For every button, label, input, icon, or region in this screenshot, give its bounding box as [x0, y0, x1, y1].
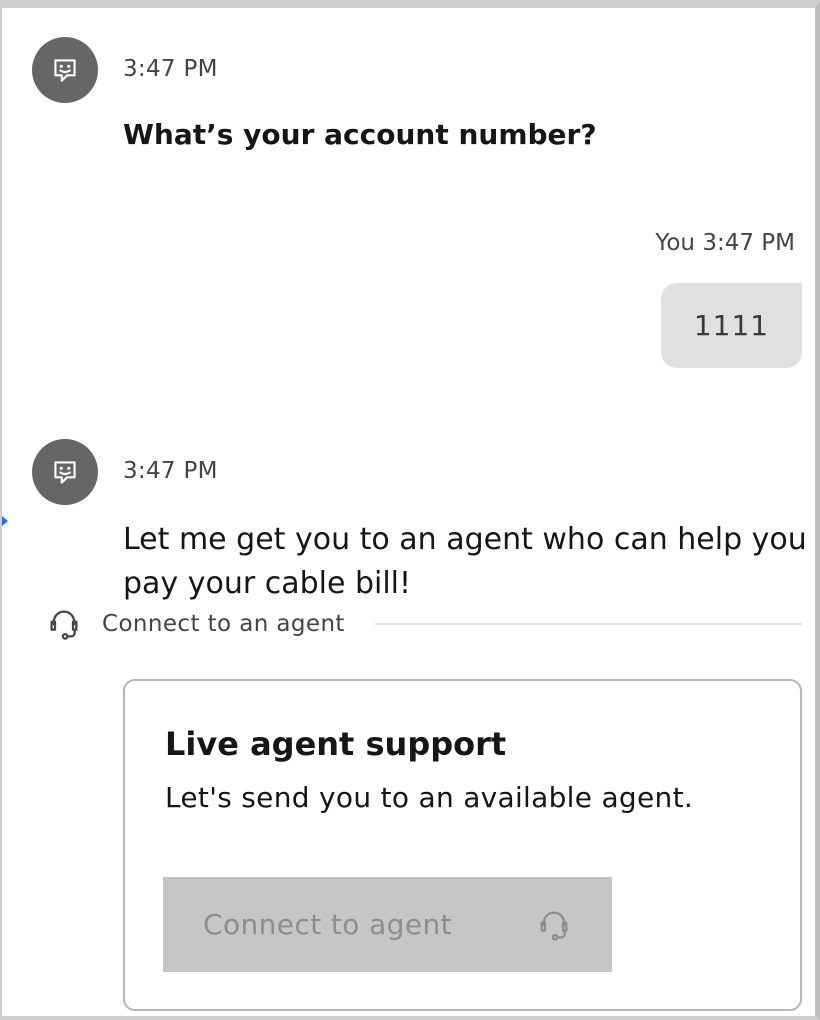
- bot-avatar: [32, 439, 98, 505]
- connect-button-label: Connect to agent: [203, 908, 452, 941]
- headset-icon: [50, 610, 78, 640]
- bot-chat-icon: [54, 59, 76, 82]
- divider-line: [374, 623, 802, 625]
- bot-message-text: What’s your account number?: [123, 118, 597, 151]
- card-subtitle: Let's send you to an available agent.: [165, 781, 694, 814]
- bot-message-text: Let me get you to an agent who can help …: [123, 522, 807, 601]
- user-message-timestamp: You 3:47 PM: [655, 230, 795, 256]
- agent-divider-label: Connect to an agent: [102, 611, 345, 637]
- edge-indicator: [2, 516, 8, 526]
- bot-chat-icon: [54, 461, 76, 484]
- bot-avatar: [32, 37, 98, 103]
- headset-icon: [540, 911, 568, 941]
- chat-window: 3:47 PM What’s your account number? You …: [0, 0, 820, 1020]
- connect-to-agent-button[interactable]: Connect to agent: [163, 877, 612, 972]
- agent-divider: Connect to an agent: [46, 604, 802, 644]
- message-timestamp: 3:47 PM: [123, 458, 218, 484]
- user-message-bubble: 1111: [661, 283, 802, 368]
- message-timestamp: 3:47 PM: [123, 56, 218, 82]
- live-agent-card: Live agent support Let's send you to an …: [123, 679, 802, 1011]
- card-title: Live agent support: [165, 725, 507, 763]
